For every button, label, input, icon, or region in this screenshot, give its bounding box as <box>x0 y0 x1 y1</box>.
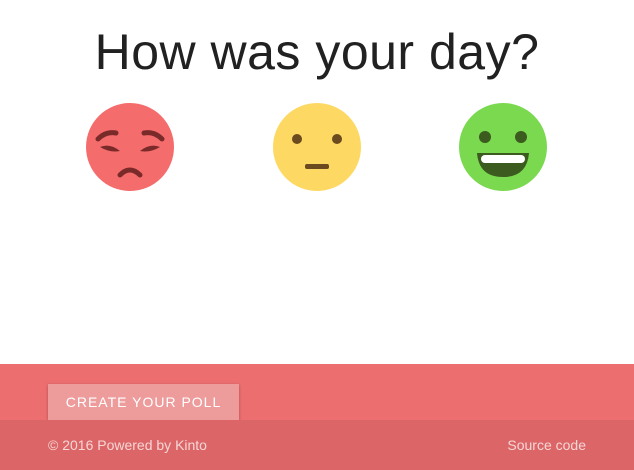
kinto-link[interactable]: Kinto <box>175 437 207 453</box>
mood-options <box>0 103 634 193</box>
poll-area: How was your day? <box>0 0 634 364</box>
happy-face-icon <box>459 103 547 191</box>
poll-question: How was your day? <box>94 24 540 80</box>
footer: © 2016 Powered by Kinto Source code <box>0 420 634 470</box>
create-poll-button[interactable]: Create your poll <box>48 384 239 420</box>
neutral-face-button[interactable] <box>273 103 361 191</box>
happy-face-button[interactable] <box>459 103 547 191</box>
sad-face-icon <box>86 103 174 191</box>
copyright-prefix: © 2016 Powered by <box>48 437 176 453</box>
footer-action-bar: Create your poll <box>0 364 634 420</box>
source-code-link[interactable]: Source code <box>507 437 586 453</box>
neutral-face-icon <box>273 103 361 191</box>
copyright-text: © 2016 Powered by Kinto <box>48 437 207 453</box>
sad-face-button[interactable] <box>86 103 174 191</box>
